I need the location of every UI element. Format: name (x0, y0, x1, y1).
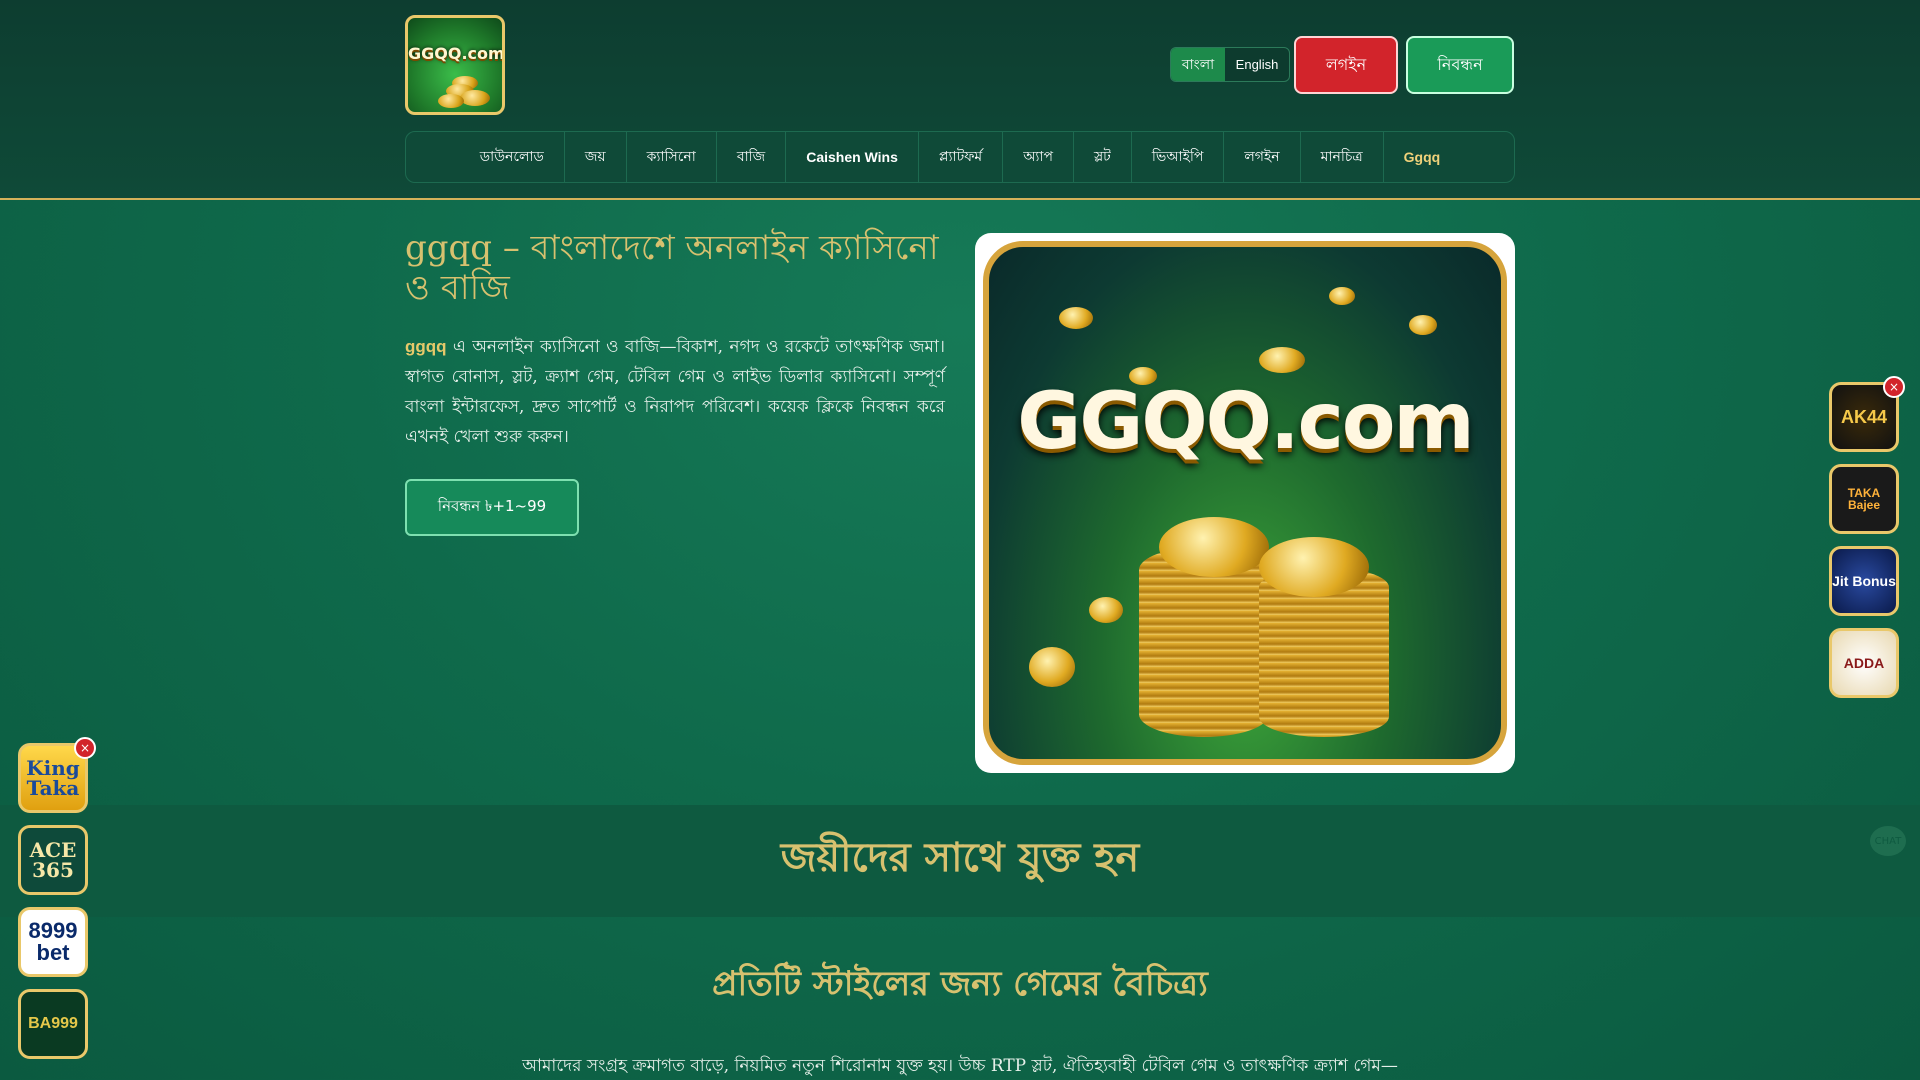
close-icon[interactable]: × (1883, 376, 1905, 398)
coin-graphic (1089, 597, 1123, 623)
nav-item-slot[interactable]: স্লট (1074, 131, 1132, 183)
side-app-ba999[interactable]: BA999 (18, 989, 88, 1059)
hero-desc-brand: ggqq (405, 337, 447, 356)
side-app-ace365[interactable]: ACE 365 (18, 825, 88, 895)
coin-graphic (1029, 647, 1075, 687)
games-section-description: আমাদের সংগ্রহ ক্রমাগত বাড়ে, নিয়মিত নতু… (522, 1056, 1398, 1076)
nav-item-casino[interactable]: ক্যাসিনো (627, 131, 717, 183)
register-button[interactable]: নিবন্ধন (1406, 36, 1514, 94)
coin-graphic (1059, 307, 1093, 329)
side-app-8999bet[interactable]: 8999 bet (18, 907, 88, 977)
login-button[interactable]: লগইন (1294, 36, 1398, 94)
coin-graphic (1259, 537, 1369, 597)
nav-item-platform[interactable]: প্ল্যাটফর্ম (919, 131, 1004, 183)
logo-text: GGQQ.com (408, 44, 505, 63)
nav-item-map[interactable]: মানচিত্র (1301, 131, 1384, 183)
coin-graphic (1329, 287, 1355, 305)
lang-option-english[interactable]: English (1225, 48, 1289, 81)
close-icon[interactable]: × (74, 737, 96, 759)
hero-image-text: GGQQ.com (1017, 377, 1474, 467)
nav-item-app[interactable]: অ্যাপ (1003, 131, 1074, 183)
site-logo[interactable]: GGQQ.com (405, 15, 505, 115)
side-app-takabajee[interactable]: TAKA Bajee (1829, 464, 1899, 534)
hero-register-button[interactable]: নিবন্ধন ৳+1~99 (405, 479, 579, 536)
chat-icon[interactable]: CHAT (1870, 826, 1906, 856)
winners-banner-title: জয়ীদের সাথে যুক্ত হন (780, 834, 1140, 881)
hero-description: ggqq এ অনলাইন ক্যাসিনো ও বাজি—বিকাশ, নগদ… (405, 332, 945, 452)
coin-graphic (1409, 315, 1437, 335)
hero-image: GGQQ.com (975, 233, 1515, 773)
nav-item-bet[interactable]: বাজি (717, 131, 787, 183)
nav-item-ggqq[interactable]: Ggqq (1384, 131, 1461, 183)
side-app-adda[interactable]: ADDA (1829, 628, 1899, 698)
hero-image-art: GGQQ.com (983, 241, 1507, 765)
nav-item-win[interactable]: জয় (565, 131, 627, 183)
language-switch[interactable]: বাংলা English (1170, 47, 1290, 82)
nav-item-login[interactable]: লগইন (1224, 131, 1301, 183)
lang-option-bangla[interactable]: বাংলা (1171, 48, 1225, 81)
hero-title: ggqq – বাংলাদেশে অনলাইন ক্যাসিনো ও বাজি (405, 228, 939, 308)
side-app-jit-bonus[interactable]: Jit Bonus (1829, 546, 1899, 616)
main-nav: ডাউনলোড জয় ক্যাসিনো বাজি Caishen Wins প… (405, 131, 1515, 183)
coin-graphic (1259, 347, 1305, 373)
nav-item-vip[interactable]: ভিআইপি (1132, 131, 1225, 183)
coin-graphic (438, 94, 464, 108)
nav-item-caishen-wins[interactable]: Caishen Wins (786, 131, 919, 183)
coin-graphic (460, 90, 490, 106)
nav-item-download[interactable]: ডাউনলোড (460, 131, 565, 183)
games-section-title: প্রতিটি স্টাইলের জন্য গেমের বৈচিত্র্য (712, 964, 1208, 1004)
coin-graphic (1159, 517, 1269, 577)
hero-desc-text: এ অনলাইন ক্যাসিনো ও বাজি—বিকাশ, নগদ ও রক… (405, 337, 945, 447)
